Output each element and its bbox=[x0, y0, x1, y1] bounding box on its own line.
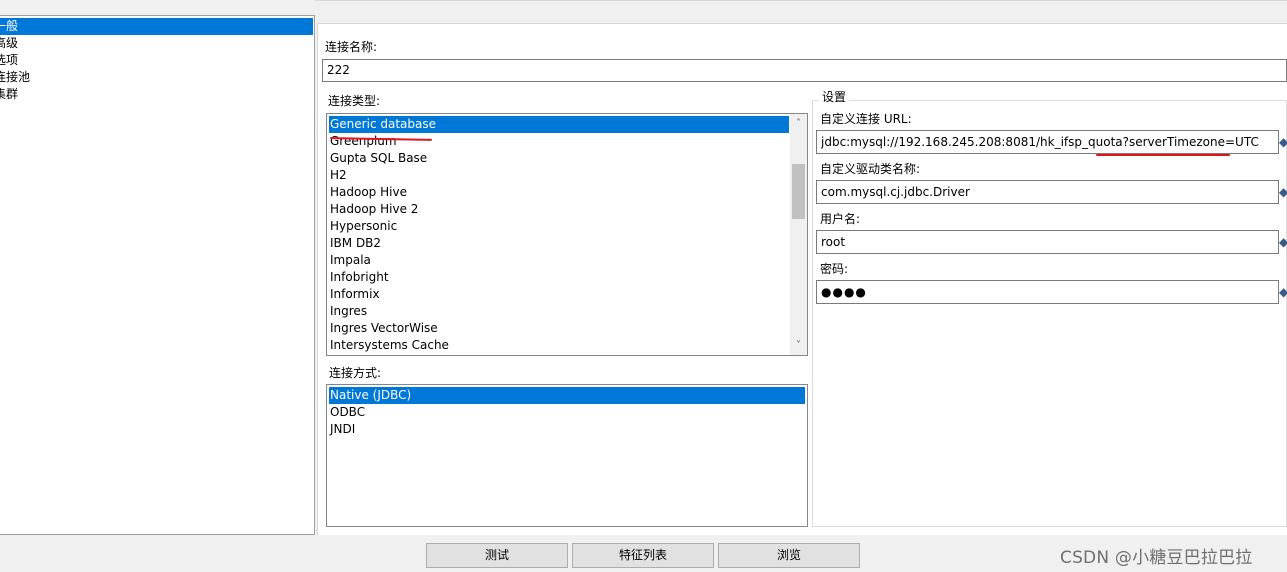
connection-type-scrollbar[interactable]: ˄ ˅ bbox=[790, 114, 807, 355]
browse-button[interactable]: 浏览 bbox=[718, 543, 860, 568]
list-item[interactable]: Informix bbox=[329, 286, 789, 303]
password-label: 密码: bbox=[820, 262, 849, 276]
nav-item-clustering[interactable]: 集群 bbox=[0, 86, 313, 103]
list-item[interactable]: Impala bbox=[329, 252, 789, 269]
test-button[interactable]: 测试 bbox=[426, 543, 568, 568]
list-item[interactable]: Hadoop Hive 2 bbox=[329, 201, 789, 218]
access-method-list[interactable]: Native (JDBC) ODBC JNDI bbox=[326, 384, 808, 527]
list-item[interactable]: Hypersonic bbox=[329, 218, 789, 235]
list-item[interactable]: IBM DB2 bbox=[329, 235, 789, 252]
scroll-thumb[interactable] bbox=[792, 164, 805, 219]
connection-name-input[interactable]: 222 bbox=[322, 59, 1287, 82]
settings-group-label: 设置 bbox=[819, 88, 850, 105]
watermark: CSDN @小糖豆巴拉巴拉 bbox=[1060, 548, 1253, 568]
list-item[interactable]: Greenplum bbox=[329, 133, 789, 150]
username-label: 用户名: bbox=[820, 212, 861, 226]
feature-list-button[interactable]: 特征列表 bbox=[572, 543, 714, 568]
connection-name-label: 连接名称: bbox=[325, 40, 378, 54]
custom-url-input[interactable]: jdbc:mysql://192.168.245.208:8081/hk_ifs… bbox=[816, 130, 1279, 154]
list-item[interactable]: Ingres bbox=[329, 303, 789, 320]
annotation-underline-url bbox=[1096, 154, 1230, 156]
password-input[interactable]: ●●●● bbox=[816, 280, 1279, 304]
url-variable-icon[interactable]: ◆ bbox=[1279, 131, 1287, 153]
scroll-down-icon[interactable]: ˅ bbox=[790, 337, 807, 354]
nav-item-pooling[interactable]: 连接池 bbox=[0, 69, 313, 86]
list-item[interactable]: JNDI bbox=[329, 421, 805, 438]
scroll-up-icon[interactable]: ˄ bbox=[790, 115, 807, 132]
list-item[interactable]: Infobright bbox=[329, 269, 789, 286]
driver-variable-icon[interactable]: ◆ bbox=[1279, 181, 1287, 203]
list-item[interactable]: ODBC bbox=[329, 404, 805, 421]
nav-item-advanced[interactable]: 高级 bbox=[0, 35, 313, 52]
list-item[interactable]: Generic database bbox=[329, 116, 789, 133]
list-item[interactable]: Hadoop Hive bbox=[329, 184, 789, 201]
nav-item-general[interactable]: 一般 bbox=[0, 18, 313, 35]
custom-url-label: 自定义连接 URL: bbox=[820, 112, 912, 126]
custom-driver-label: 自定义驱动类名称: bbox=[820, 162, 921, 176]
list-item[interactable]: H2 bbox=[329, 167, 789, 184]
username-variable-icon[interactable]: ◆ bbox=[1279, 231, 1287, 253]
list-item[interactable]: Intersystems Cache bbox=[329, 337, 789, 354]
access-method-label: 连接方式: bbox=[329, 366, 382, 380]
nav-item-options[interactable]: 选项 bbox=[0, 52, 313, 69]
left-nav-list[interactable]: 一般 高级 选项 连接池 集群 bbox=[0, 15, 315, 535]
list-item[interactable]: Ingres VectorWise bbox=[329, 320, 789, 337]
custom-driver-input[interactable]: com.mysql.cj.jdbc.Driver bbox=[816, 180, 1279, 204]
connection-type-label: 连接类型: bbox=[328, 94, 381, 108]
list-item[interactable]: Gupta SQL Base bbox=[329, 150, 789, 167]
connection-type-list[interactable]: Generic database Greenplum Gupta SQL Base H… bbox=[326, 113, 808, 356]
list-item[interactable]: Native (JDBC) bbox=[329, 387, 805, 404]
password-variable-icon[interactable]: ◆ bbox=[1279, 281, 1287, 303]
username-input[interactable]: root bbox=[816, 230, 1279, 254]
top-divider bbox=[315, 0, 1287, 2]
